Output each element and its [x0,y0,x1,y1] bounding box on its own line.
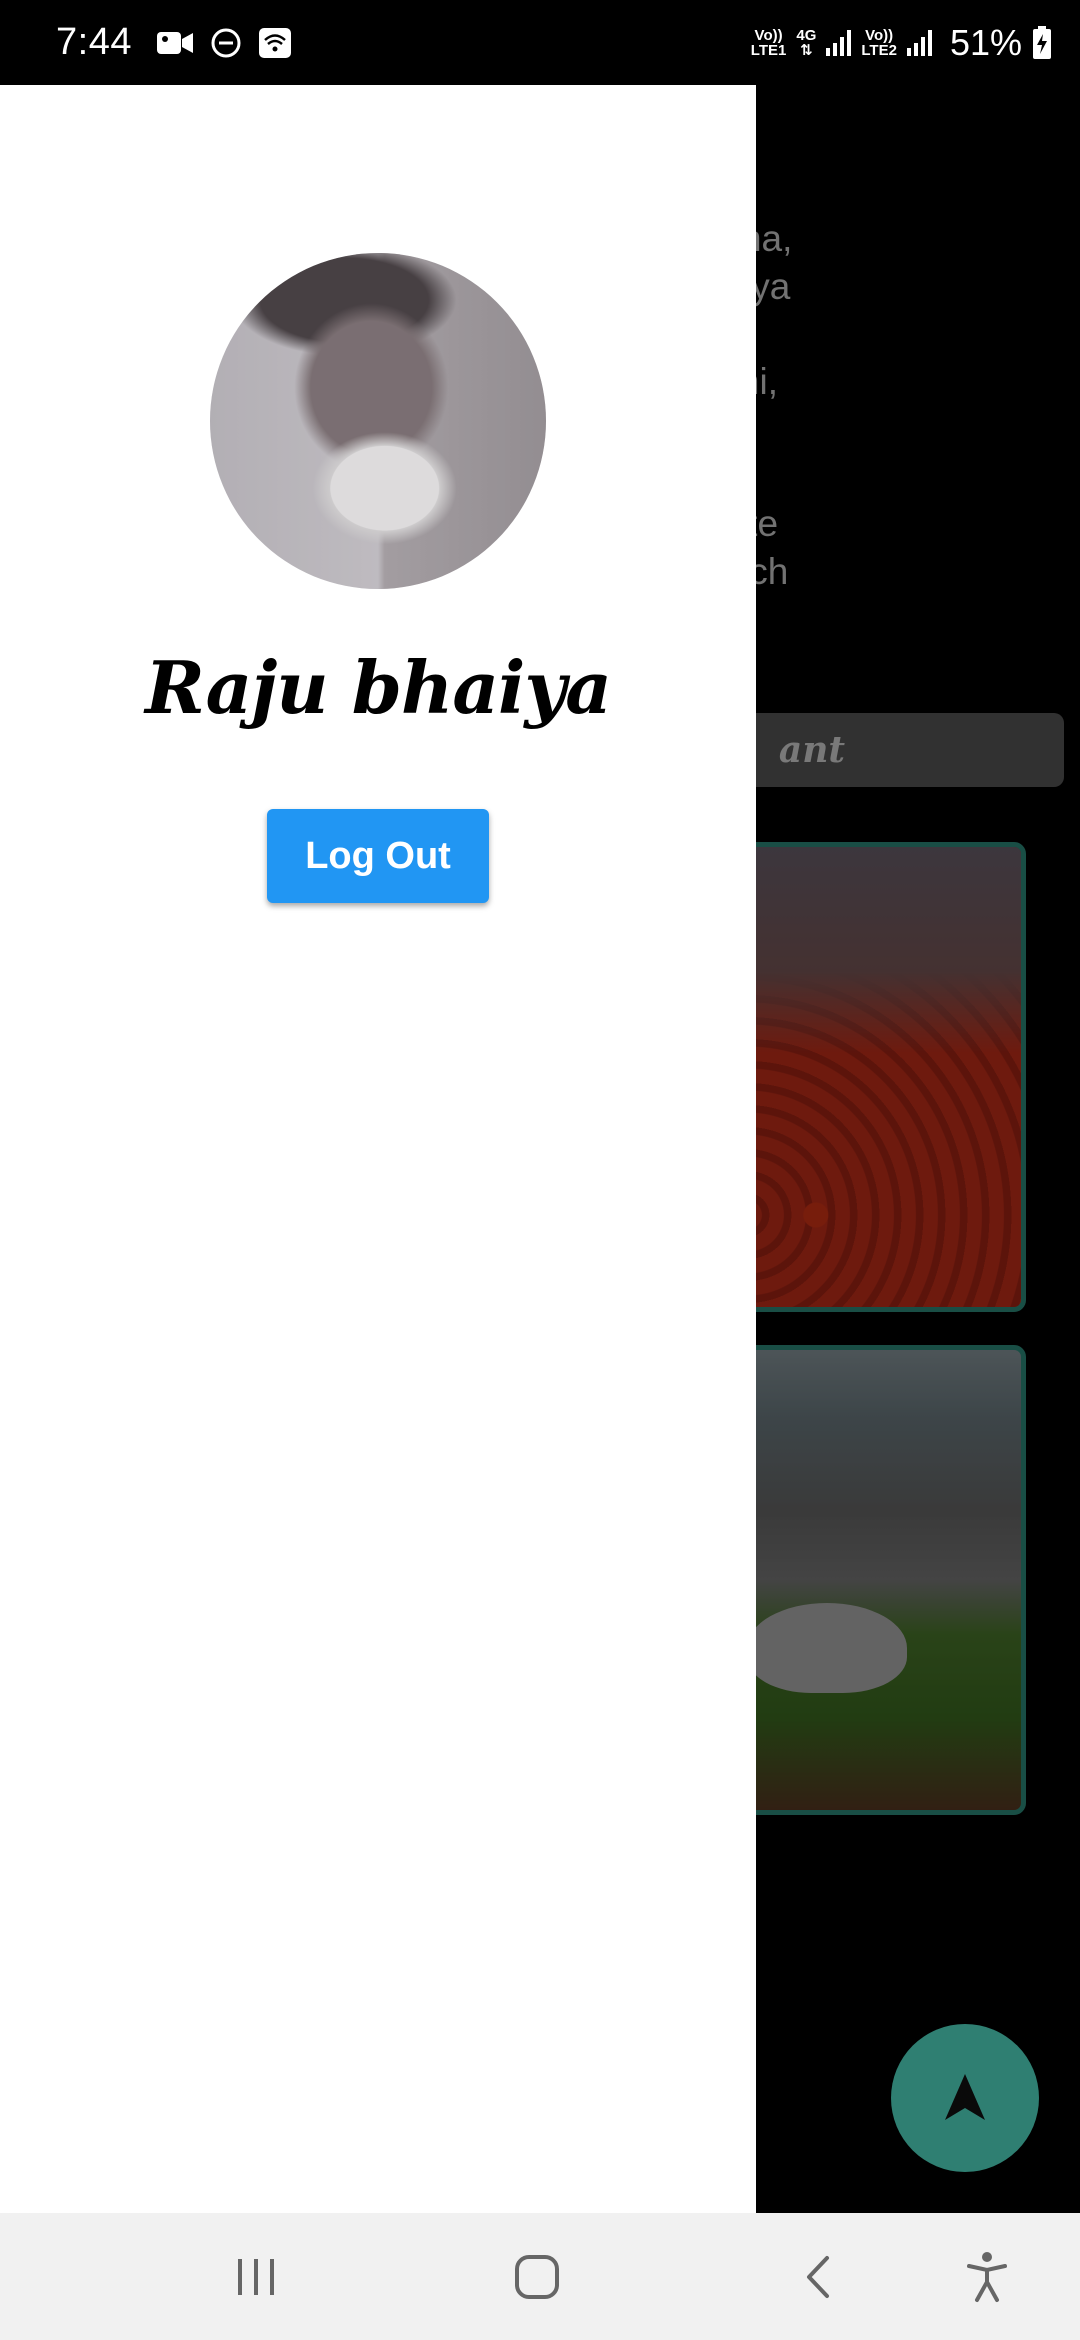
battery-charging-icon [1033,25,1051,59]
status-right: Vo)) LTE1 4G ⇅ Vo)) LTE2 51% [751,22,1052,64]
home-button[interactable] [477,2213,597,2340]
video-camera-icon [156,31,193,54]
profile-name: Raju bhaiya [145,645,612,730]
logout-button[interactable]: Log Out [267,809,489,903]
navigation-drawer: Raju bhaiya Log Out [0,85,756,2213]
battery-percent: 51% [949,21,1022,63]
home-icon [515,2254,559,2299]
recent-apps-icon [238,2258,274,2295]
do-not-disturb-icon [211,28,241,57]
system-navigation-bar [0,2213,1080,2340]
recent-apps-button[interactable] [196,2213,316,2340]
status-left-icons [156,27,292,59]
net-type-label: 4G ⇅ [796,26,817,59]
status-time: 7:44 [56,21,132,63]
wifi-icon [258,27,291,58]
profile-avatar [210,253,546,589]
navigation-arrow-icon [945,2074,985,2120]
back-icon [807,2255,829,2298]
navigate-fab-button[interactable] [891,2024,1039,2172]
accessibility-icon [967,2251,1007,2302]
accessibility-button[interactable] [927,2213,1047,2340]
back-button[interactable] [758,2213,878,2340]
net2-label: Vo)) LTE2 [861,26,897,59]
net1-label: Vo)) LTE1 [750,26,787,59]
status-bar: 7:44 Vo)) LTE1 4G ⇅ Vo)) LTE2 51% [0,0,1080,85]
signal-icon [826,29,852,56]
signal-icon [906,29,932,56]
